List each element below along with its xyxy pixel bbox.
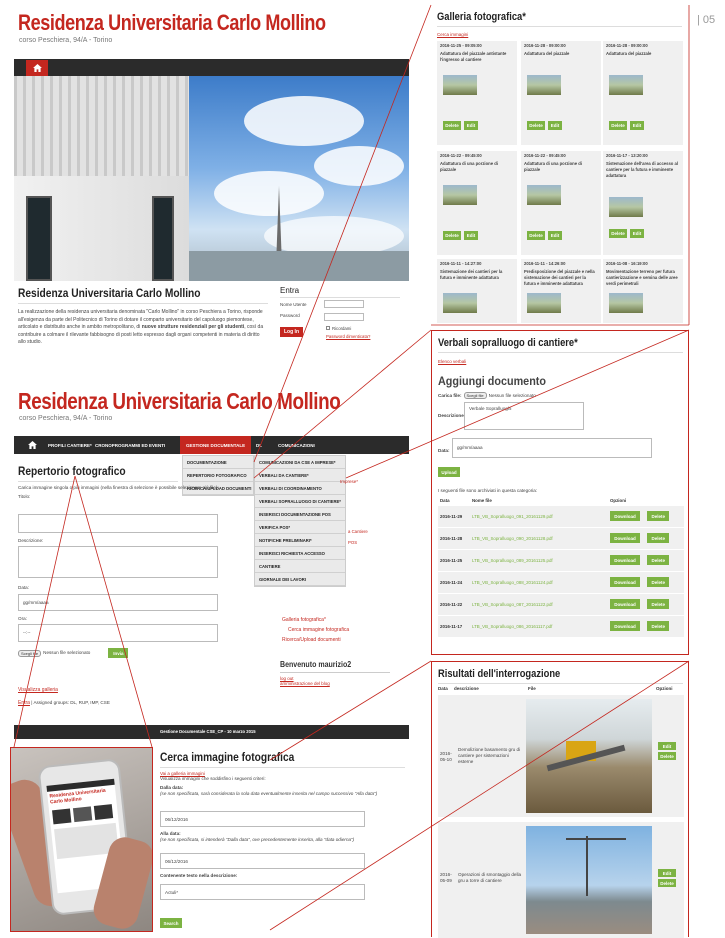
callout-lines [13, 4, 690, 931]
